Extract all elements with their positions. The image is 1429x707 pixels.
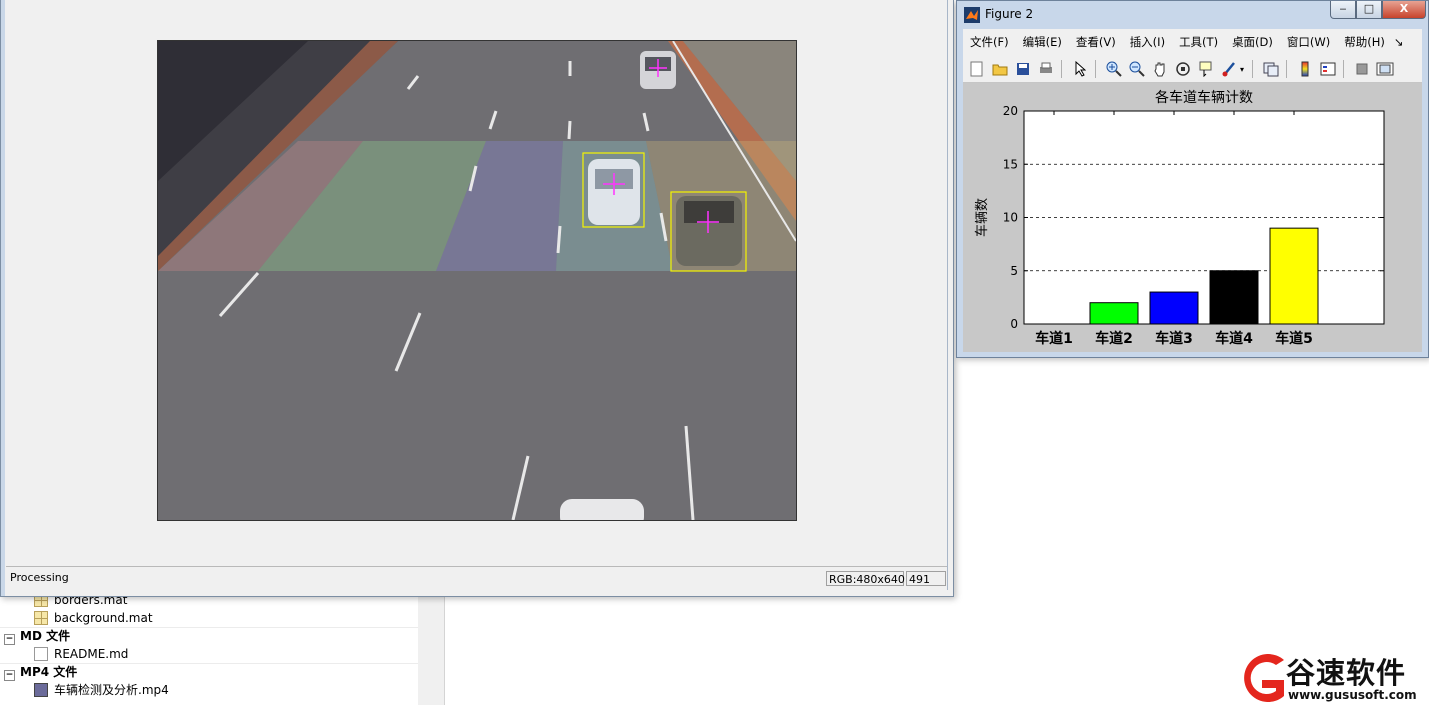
panel-splitter[interactable] [418, 590, 445, 705]
x-tick-label: 车道2 [1095, 330, 1133, 347]
status-bar: Processing RGB:480x640 491 [6, 566, 947, 589]
window-frame [1, 0, 5, 596]
gususoft-logo-icon [1244, 654, 1284, 702]
save-icon[interactable] [1013, 60, 1032, 79]
minimize-button[interactable]: ‒ [1330, 1, 1356, 19]
matlab-icon [964, 7, 980, 23]
file-group-md[interactable]: − MD 文件 [4, 627, 70, 645]
y-axis-label: 车辆数 [974, 198, 990, 237]
menu-file[interactable]: 文件(F) [963, 34, 1016, 50]
bar-chart: 0 5 10 15 20 车道1 车道2 车道3 车道4 车道5 各车道车辆计数 车辆数 [974, 89, 1385, 347]
collapse-icon[interactable]: − [4, 634, 15, 645]
x-tick-label: 车道5 [1275, 330, 1313, 347]
video-frame [157, 40, 797, 521]
x-tick-label: 车道1 [1035, 330, 1073, 347]
close-button[interactable]: X [1382, 1, 1426, 19]
brush-icon[interactable] [1219, 60, 1238, 79]
bar [1149, 291, 1199, 325]
brush-dropdown-icon[interactable]: ▾ [1238, 60, 1246, 79]
figure1-window: Processing RGB:480x640 491 [0, 0, 954, 597]
y-tick-label: 0 [1010, 317, 1018, 331]
status-frame-number: 491 [906, 571, 946, 586]
status-text: Processing [10, 571, 69, 584]
maximize-button[interactable]: □ [1356, 1, 1382, 19]
figure2-client: 文件(F) 编辑(E) 查看(V) 插入(I) 工具(T) 桌面(D) 窗口(W… [963, 29, 1422, 352]
menu-insert[interactable]: 插入(I) [1123, 34, 1172, 50]
status-image-size: RGB:480x640 [826, 571, 905, 586]
zoom-out-icon[interactable] [1127, 60, 1146, 79]
menu-help[interactable]: 帮助(H) [1337, 34, 1392, 50]
colorbar-icon[interactable] [1295, 60, 1314, 79]
pointer-icon[interactable] [1070, 60, 1089, 79]
mat-file-icon [34, 611, 48, 625]
window-title: Figure 2 [985, 7, 1034, 21]
menu-overflow-icon[interactable]: ↘ [1392, 35, 1406, 49]
watermark-logo: 谷速软件 www.gususoft.com [1228, 648, 1429, 705]
menu-edit[interactable]: 编辑(E) [1016, 34, 1069, 50]
chart-title: 各车道车辆计数 [1155, 89, 1253, 106]
bar [1209, 270, 1259, 325]
data-cursor-icon[interactable] [1196, 60, 1215, 79]
rotate-icon[interactable] [1173, 60, 1192, 79]
file-item-readme[interactable]: README.md [34, 645, 128, 663]
collapse-icon[interactable]: − [4, 670, 15, 681]
figure1-client: Processing RGB:480x640 491 [6, 0, 948, 590]
print-icon[interactable] [1036, 60, 1055, 79]
y-tick-label: 15 [1003, 157, 1018, 171]
show-plot-tools-icon[interactable] [1375, 60, 1394, 79]
menu-window[interactable]: 窗口(W) [1280, 34, 1337, 50]
figure2-window: Figure 2 ‒ □ X 文件(F) 编辑(E) 查看(V) 插入(I) 工… [956, 0, 1429, 358]
new-figure-icon[interactable] [967, 60, 986, 79]
close-icon: X [1399, 2, 1409, 15]
figure-canvas: 0 5 10 15 20 车道1 车道2 车道3 车道4 车道5 各车道车辆计数 车辆数 [963, 83, 1422, 352]
bar [1269, 227, 1319, 325]
legend-icon[interactable] [1318, 60, 1337, 79]
maximize-icon: □ [1363, 2, 1375, 15]
current-folder-panel: borders.mat background.mat − MD 文件 README… [0, 590, 419, 705]
x-tick-label: 车道4 [1215, 330, 1253, 347]
md-file-icon [34, 647, 48, 661]
menu-bar: 文件(F) 编辑(E) 查看(V) 插入(I) 工具(T) 桌面(D) 窗口(W… [963, 29, 1422, 55]
traffic-scene [158, 41, 796, 520]
menu-view[interactable]: 查看(V) [1069, 34, 1123, 50]
file-item-background[interactable]: background.mat [34, 609, 153, 627]
pan-icon[interactable] [1150, 60, 1169, 79]
menu-tools[interactable]: 工具(T) [1172, 34, 1225, 50]
file-group-mp4[interactable]: − MP4 文件 [4, 663, 77, 681]
x-tick-label: 车道3 [1155, 330, 1193, 347]
bar [1089, 302, 1139, 325]
zoom-in-icon[interactable] [1104, 60, 1123, 79]
file-item-video[interactable]: 车辆检测及分析.mp4 [34, 681, 169, 699]
y-tick-label: 5 [1010, 264, 1018, 278]
toolbar: ▾ [963, 56, 1422, 83]
minimize-icon: ‒ [1339, 2, 1347, 15]
y-tick-label: 10 [1003, 211, 1018, 225]
video-file-icon [34, 683, 48, 697]
menu-desktop[interactable]: 桌面(D) [1225, 34, 1280, 50]
hide-plot-tools-icon[interactable] [1352, 60, 1371, 79]
watermark-brand: 谷速软件 [1286, 656, 1407, 690]
title-bar[interactable]: Figure 2 ‒ □ X [957, 1, 1428, 29]
watermark-url: www.gususoft.com [1288, 688, 1417, 702]
y-tick-label: 20 [1003, 104, 1018, 118]
link-icon[interactable] [1261, 60, 1280, 79]
open-file-icon[interactable] [990, 60, 1009, 79]
